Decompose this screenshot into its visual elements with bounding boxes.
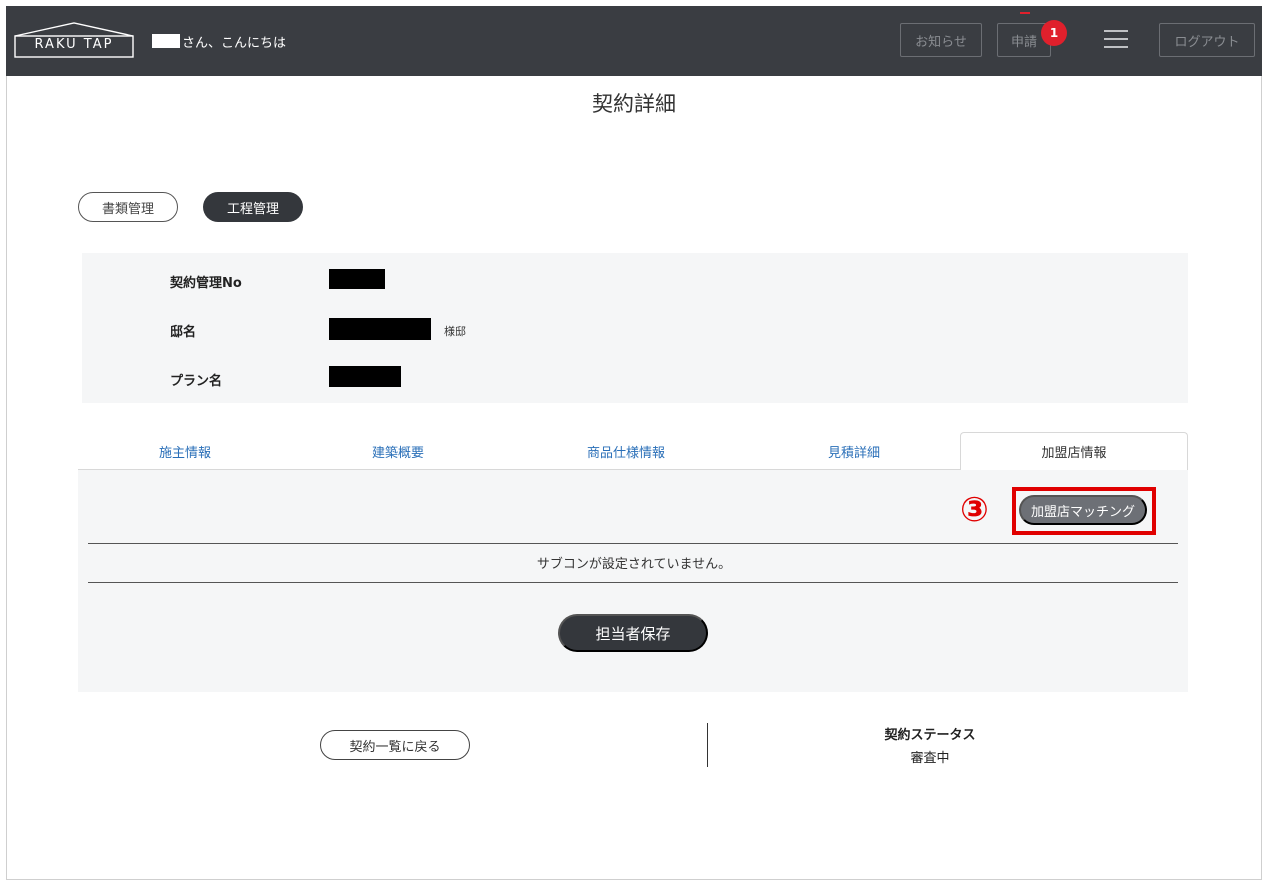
plan-name-label: プラン名 bbox=[170, 374, 223, 389]
step-marker: ③ bbox=[960, 490, 989, 530]
footer-separator bbox=[707, 723, 708, 767]
tab-building-overview[interactable]: 建築概要 bbox=[292, 432, 504, 470]
app-header: RAKU TAP さん、こんにちは お知らせ 申請 1 ログアウト bbox=[6, 6, 1262, 76]
contract-status-label: 契約ステータス bbox=[884, 728, 976, 743]
application-count-badge: 1 bbox=[1041, 20, 1067, 46]
divider-bottom bbox=[88, 582, 1178, 583]
page-title: 契約詳細 bbox=[592, 92, 676, 116]
divider-top bbox=[88, 543, 1178, 544]
residence-name-label: 邸名 bbox=[170, 325, 197, 340]
residence-suffix: 様邸 bbox=[444, 325, 466, 338]
tab-product-spec[interactable]: 商品仕様情報 bbox=[504, 432, 748, 470]
contract-no-redacted bbox=[329, 269, 385, 289]
no-subcontractor-message: サブコンが設定されていません。 bbox=[536, 557, 732, 572]
contract-no-label: 契約管理No bbox=[170, 276, 242, 291]
contract-status-value: 審査中 bbox=[910, 751, 950, 766]
franchise-matching-button[interactable]: 加盟店マッチング bbox=[1019, 495, 1147, 525]
contract-info-panel: 契約管理No 邸名 様邸 プラン名 bbox=[82, 253, 1188, 403]
logo-text: RAKU TAP bbox=[34, 37, 114, 52]
greeting-text: さん、こんにちは bbox=[182, 36, 287, 51]
back-to-contract-list-button[interactable]: 契約一覧に戻る bbox=[320, 730, 470, 760]
user-name-redacted bbox=[152, 34, 180, 48]
raku-tap-logo[interactable]: RAKU TAP bbox=[14, 22, 134, 58]
tab-franchise-info[interactable]: 加盟店情報 bbox=[960, 432, 1188, 470]
residence-name-redacted bbox=[329, 318, 431, 340]
tab-owner-info[interactable]: 施主情報 bbox=[78, 432, 292, 470]
save-assignee-button[interactable]: 担当者保存 bbox=[558, 614, 708, 652]
badge-tick bbox=[1020, 12, 1030, 14]
hamburger-icon[interactable] bbox=[1104, 30, 1128, 50]
tab-process-management[interactable]: 工程管理 bbox=[203, 192, 303, 222]
plan-name-redacted bbox=[329, 366, 401, 387]
logout-button[interactable]: ログアウト bbox=[1159, 23, 1255, 57]
tab-document-management[interactable]: 書類管理 bbox=[78, 192, 178, 222]
tab-estimate-detail[interactable]: 見積詳細 bbox=[748, 432, 960, 470]
notice-button[interactable]: お知らせ bbox=[900, 23, 982, 57]
